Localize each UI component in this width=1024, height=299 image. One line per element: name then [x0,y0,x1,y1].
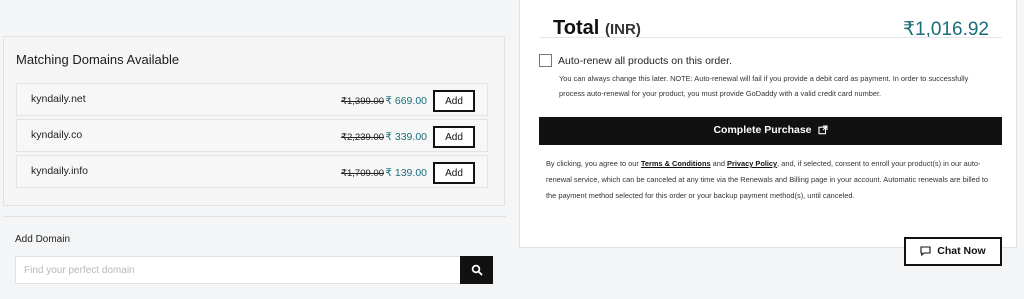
domain-price: ₹ 139.00 [385,167,427,179]
add-domain-label: Add Domain [15,234,71,245]
search-icon [471,264,482,276]
domain-name: kyndaily.co [31,129,83,141]
legal-prefix: By clicking, you agree to our [546,159,641,168]
domain-old-price: ₹2,239.00 [340,132,384,143]
domain-row: kyndaily.info ₹1,709.00 ₹ 139.00 Add [16,155,488,188]
add-domain-button[interactable]: Add [433,90,475,112]
section-divider [3,216,506,217]
complete-purchase-button[interactable]: Complete Purchase [539,117,1002,145]
complete-purchase-label: Complete Purchase [713,124,812,136]
add-domain-button[interactable]: Add [433,126,475,148]
auto-renew-note: You can always change this later. NOTE: … [559,74,969,98]
domain-name: kyndaily.info [31,165,89,177]
matching-domains-title: Matching Domains Available [16,52,180,67]
legal-text: By clicking, you agree to our Terms & Co… [546,156,991,204]
auto-renew-checkbox[interactable] [539,54,552,67]
domain-search [15,256,493,284]
domain-name: kyndaily.net [31,93,86,105]
total-divider [539,37,1002,38]
domain-price: ₹ 669.00 [385,95,427,107]
order-summary-panel: Total (INR) ₹1,016.92 Auto-renew all pro… [519,0,1017,248]
domain-row: kyndaily.co ₹2,239.00 ₹ 339.00 Add [16,119,488,152]
matching-domains-panel: Matching Domains Available kyndaily.net … [3,36,505,206]
add-domain-button[interactable]: Add [433,162,475,184]
terms-link[interactable]: Terms & Conditions [641,159,711,168]
domain-old-price: ₹1,709.00 [340,168,384,179]
chat-now-label: Chat Now [937,244,986,257]
chat-icon [920,245,931,259]
domain-search-input[interactable] [16,257,462,283]
domain-search-button[interactable] [460,256,493,284]
legal-and: and [710,159,728,168]
external-link-icon [817,125,828,138]
auto-renew-label: Auto-renew all products on this order. [558,55,732,67]
total-currency: (INR) [605,21,641,38]
domain-row: kyndaily.net ₹1,399.00 ₹ 669.00 Add [16,83,488,116]
chat-now-button[interactable]: Chat Now [904,237,1002,266]
domain-price: ₹ 339.00 [385,131,427,143]
privacy-policy-link[interactable]: Privacy Policy [727,159,777,168]
domain-old-price: ₹1,399.00 [340,96,384,107]
